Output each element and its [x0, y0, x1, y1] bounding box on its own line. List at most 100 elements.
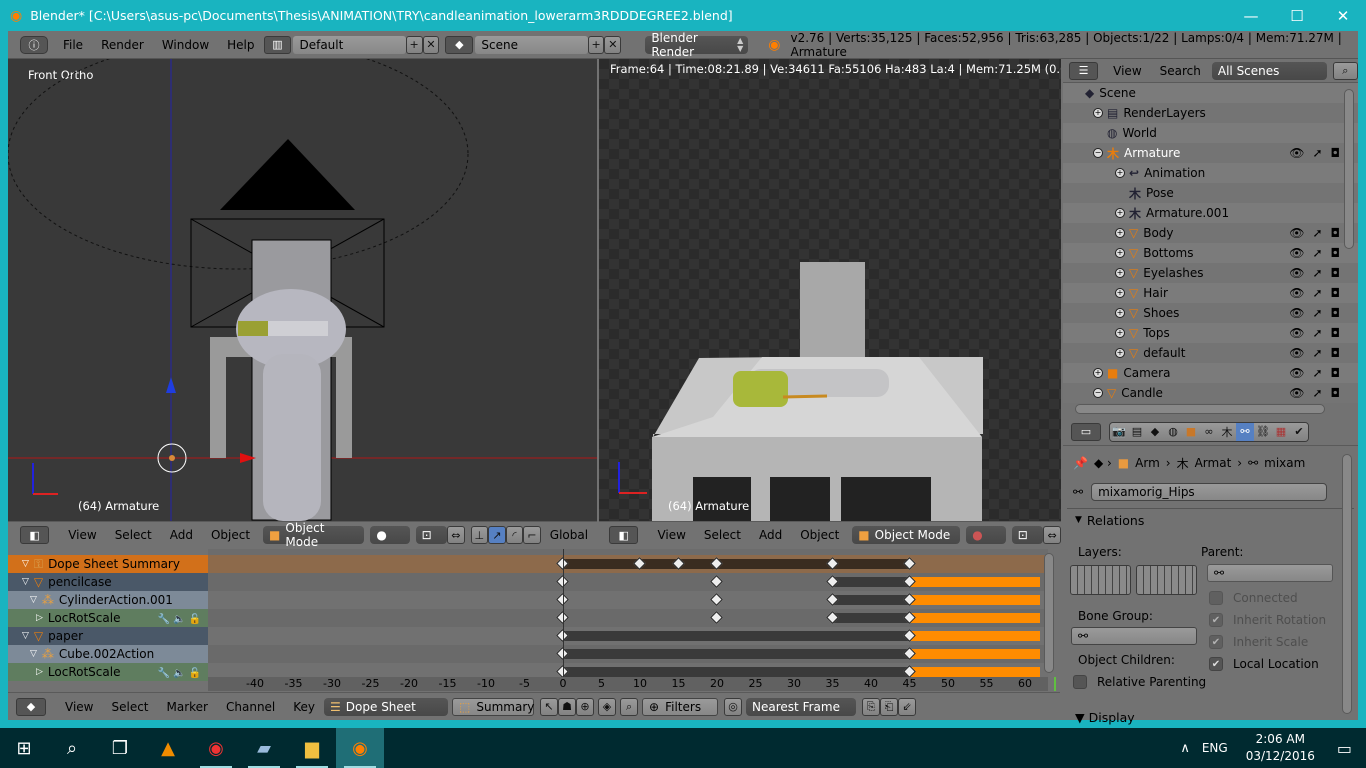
menu-object[interactable]: Object	[791, 528, 848, 542]
scene-field[interactable]: Scene	[475, 35, 588, 54]
channel-object[interactable]: ▽ ▽ paper	[8, 627, 208, 645]
layers-grid-1[interactable]	[1070, 565, 1131, 595]
expand-icon[interactable]: +	[1093, 108, 1103, 118]
eye-icon[interactable]: 👁	[1289, 326, 1304, 340]
expand-icon[interactable]: +	[1115, 248, 1125, 258]
properties-editor-type-button[interactable]: ▭	[1071, 422, 1101, 441]
paste-keyframes-icon[interactable]: ⎗	[880, 697, 899, 716]
show-hidden-icon[interactable]: ☗	[558, 697, 577, 716]
only-errors-icon[interactable]: ⊕	[576, 697, 595, 716]
blender-taskbar-icon[interactable]: ◉	[336, 728, 384, 768]
modifier-icon[interactable]: 🔧	[158, 668, 173, 679]
checkbox[interactable]: ✔	[1209, 657, 1223, 671]
cursor-icon[interactable]: ➚	[1312, 286, 1322, 300]
outliner-item[interactable]: + ▽ Bottoms 👁 ➚ ◘	[1063, 243, 1358, 263]
layers-grid-2[interactable]	[1136, 565, 1197, 595]
bone-tab-icon[interactable]: ⚯	[1236, 422, 1254, 441]
outliner-editor-type-button[interactable]: ☰	[1069, 61, 1099, 80]
channel-group[interactable]: ▷ LocRotScale 🔧🔈🔓	[8, 609, 208, 627]
delete-layout-button[interactable]: ✕	[422, 35, 440, 54]
translate-icon[interactable]: ↗	[488, 526, 506, 544]
close-button[interactable]: ✕	[1320, 0, 1366, 31]
outliner-item[interactable]: + ▤ RenderLayers	[1063, 103, 1358, 123]
summary-toggle[interactable]: ⬚ Summary	[452, 697, 534, 716]
armature-data-tab-icon[interactable]: ⽊	[1218, 422, 1236, 441]
render-layers-tab-icon[interactable]: ▤	[1128, 422, 1146, 441]
scene-icon[interactable]: ◆	[445, 35, 474, 54]
editor-type-button[interactable]: ◧	[20, 526, 50, 544]
cursor-icon[interactable]: ➚	[1312, 346, 1322, 360]
menu-render[interactable]: Render	[92, 38, 153, 52]
eye-icon[interactable]: 👁	[1289, 366, 1304, 380]
keyframe[interactable]	[710, 611, 723, 624]
mute-icon[interactable]: 🔈	[173, 668, 188, 679]
outliner-item[interactable]: + ▽ default 👁 ➚ ◘	[1063, 343, 1358, 363]
file-explorer-icon[interactable]: ▆	[288, 728, 336, 768]
dope-mode-select[interactable]: ☰ Dope Sheet	[324, 697, 449, 716]
task-view-icon[interactable]: ❐	[96, 728, 144, 768]
object-tab-icon[interactable]: ■	[1182, 422, 1200, 441]
eye-icon[interactable]: 👁	[1289, 306, 1304, 320]
lock-icon[interactable]: 🔓	[189, 614, 204, 625]
menu-channel[interactable]: Channel	[217, 700, 284, 714]
menu-select[interactable]: Select	[106, 528, 161, 542]
outliner-item[interactable]: + ■ Camera 👁 ➚ ◘	[1063, 363, 1358, 383]
scene-tab-icon[interactable]: ◆	[1146, 422, 1164, 441]
outliner-hscrollbar[interactable]	[1075, 404, 1325, 414]
expand-icon[interactable]: +	[1093, 368, 1103, 378]
checkbox-row[interactable]: ✔ Inherit Scale	[1209, 631, 1326, 653]
menu-object[interactable]: Object	[202, 528, 259, 542]
world-tab-icon[interactable]: ◍	[1164, 422, 1182, 441]
cursor-icon[interactable]: ➚	[1312, 266, 1322, 280]
render-icon[interactable]: ◘	[1331, 346, 1341, 360]
paste-flipped-icon[interactable]: ⇙	[898, 697, 917, 716]
minimize-button[interactable]: —	[1228, 0, 1274, 31]
pivot-select[interactable]: ⊡	[1011, 526, 1044, 544]
outliner-item[interactable]: + ↩ Animation	[1063, 163, 1358, 183]
collapse-icon[interactable]: −	[1093, 148, 1103, 158]
language-indicator[interactable]: ENG	[1202, 741, 1228, 755]
expand-icon[interactable]: +	[1115, 208, 1125, 218]
menu-help[interactable]: Help	[218, 38, 263, 52]
layout-field[interactable]: Default	[293, 35, 406, 54]
collapse-icon[interactable]: ▽	[22, 559, 29, 569]
render-icon[interactable]: ◘	[1331, 246, 1341, 260]
expand-icon[interactable]: ▷	[36, 667, 43, 677]
menu-search[interactable]: Search	[1151, 64, 1210, 78]
render-icon[interactable]: ◘	[1331, 226, 1341, 240]
keyframe-area[interactable]	[208, 549, 1048, 681]
collapse-icon[interactable]: −	[1093, 388, 1103, 398]
expand-icon[interactable]: ▷	[36, 613, 43, 623]
maximize-button[interactable]: ☐	[1274, 0, 1320, 31]
show-hidden-icons-button[interactable]: ∧	[1180, 741, 1190, 756]
shading-select[interactable]: ●	[966, 526, 1006, 544]
menu-view[interactable]: View	[59, 528, 105, 542]
outliner-item[interactable]: + ▽ Body 👁 ➚ ◘	[1063, 223, 1358, 243]
menu-key[interactable]: Key	[284, 700, 324, 714]
constraints-tab-icon[interactable]: ∞	[1200, 422, 1218, 441]
cursor-icon[interactable]: ➚	[1312, 366, 1322, 380]
checkbox-row[interactable]: ✔ Inherit Rotation	[1209, 609, 1326, 631]
cursor-icon[interactable]: ➚	[1312, 326, 1322, 340]
properties-scrollbar[interactable]	[1342, 454, 1352, 714]
render-icon[interactable]: ◘	[1331, 146, 1341, 160]
render-icon[interactable]: ◘	[1331, 306, 1341, 320]
expand-icon[interactable]: +	[1115, 348, 1125, 358]
eye-icon[interactable]: 👁	[1289, 146, 1304, 160]
rotate-icon[interactable]: ◜	[505, 526, 524, 544]
outliner-item[interactable]: + ▽ Eyelashes 👁 ➚ ◘	[1063, 263, 1358, 283]
chrome-icon[interactable]: ◉	[192, 728, 240, 768]
cursor-icon[interactable]: ➚	[1312, 146, 1322, 160]
editor-type-button[interactable]: ◧	[609, 526, 639, 544]
add-layout-button[interactable]: +	[405, 35, 423, 54]
outliner-item[interactable]: − ⽊ Armature 👁 ➚ ◘	[1063, 143, 1358, 163]
checkbox[interactable]: ✔	[1209, 635, 1223, 649]
menu-marker[interactable]: Marker	[158, 700, 217, 714]
info-editor-type-button[interactable]: ⓘ	[20, 35, 48, 54]
render-icon[interactable]: ◘	[1331, 366, 1341, 380]
transform-manipulator-icon[interactable]: ⊥	[470, 526, 489, 544]
frame-ruler[interactable]: -40 -35 -30 -25 -20 -15 -10 -5 0 5 10 15 20 25 30 35 40 4…	[208, 677, 1056, 691]
filter-datablock-icon[interactable]: ◈	[598, 697, 617, 716]
menu-view[interactable]: View	[1104, 64, 1150, 78]
manipulator-toggle[interactable]: ⇔	[1043, 526, 1061, 544]
